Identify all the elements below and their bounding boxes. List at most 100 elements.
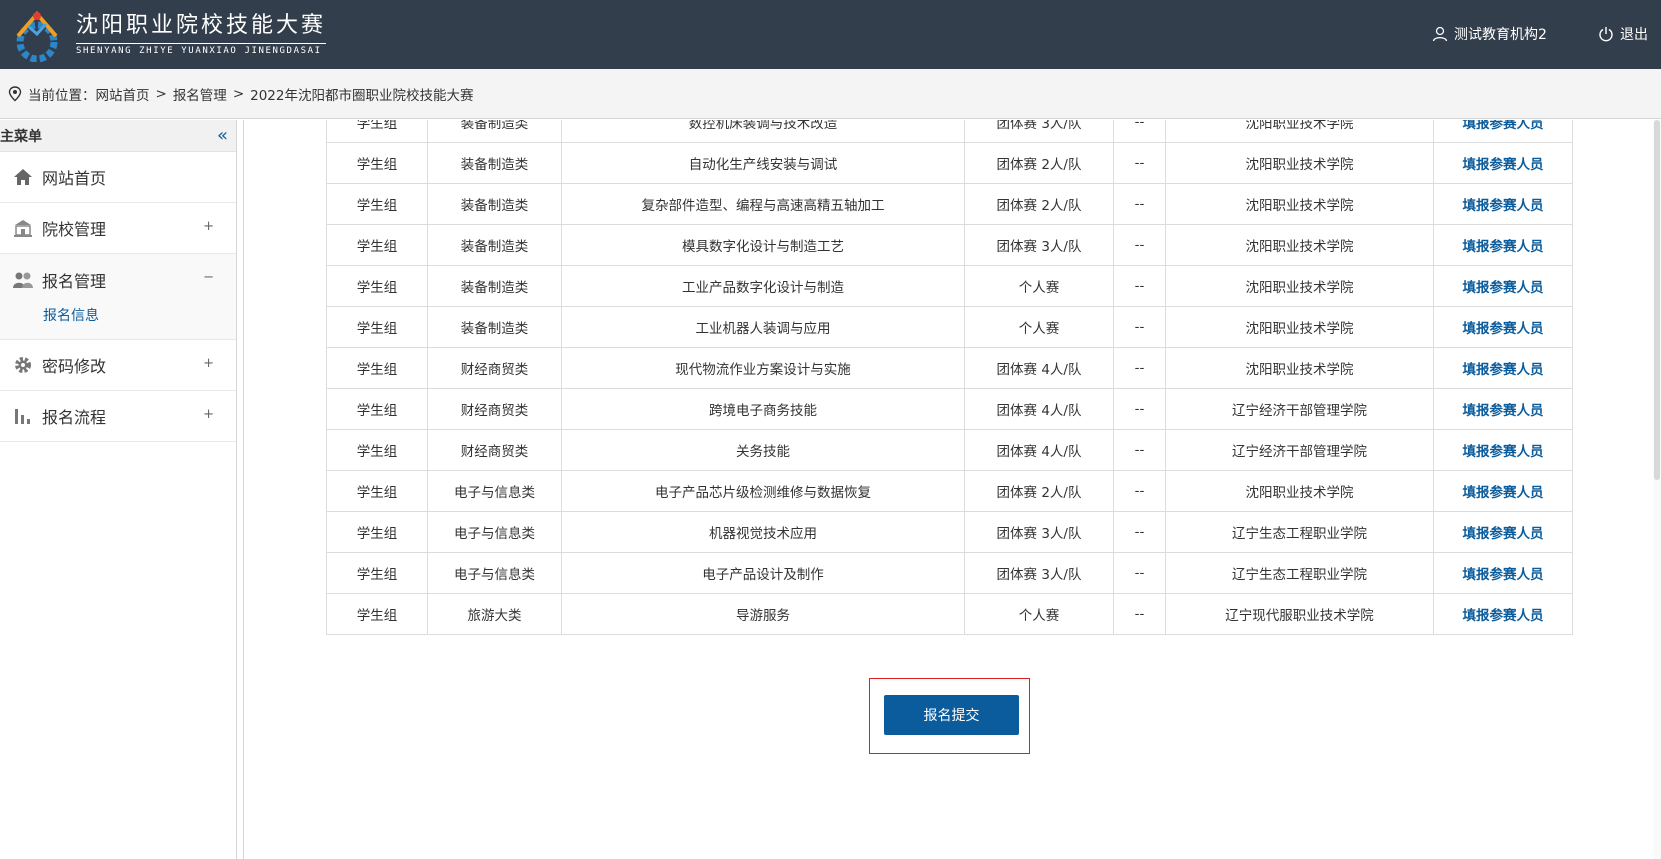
event-cell: 关务技能: [561, 429, 965, 471]
collapse-icon[interactable]: −: [203, 270, 214, 285]
table-row: 学生组 财经商贸类 跨境电子商务技能 团体赛 4人/队 -- 辽宁经济干部管理学院 填报参赛…: [326, 388, 1573, 430]
logout-button[interactable]: 退出: [1598, 22, 1648, 46]
host-cell: 沈阳职业技术学院: [1165, 306, 1434, 348]
type-cell: 团体赛 2人/队: [964, 470, 1114, 512]
action-link[interactable]: 填报参赛人员: [1433, 183, 1573, 225]
type-cell: 个人赛: [964, 265, 1114, 307]
breadcrumb-section[interactable]: 报名管理: [173, 84, 227, 104]
group-cell: 学生组: [326, 306, 428, 348]
host-cell: 沈阳职业技术学院: [1165, 183, 1434, 225]
competition-table: 学生组 装备制造类 数控机床装调与技术改造 团体赛 3人/队 -- 沈阳职业技术学院 填报参…: [326, 120, 1573, 635]
group-cell: 学生组: [326, 552, 428, 594]
group-cell: 学生组: [326, 347, 428, 389]
home-icon: [12, 166, 34, 188]
action-link[interactable]: 填报参赛人员: [1433, 429, 1573, 471]
logout-label: 退出: [1620, 27, 1648, 43]
host-cell: 辽宁生态工程职业学院: [1165, 552, 1434, 594]
event-cell: 电子产品芯片级检测维修与数据恢复: [561, 470, 965, 512]
expand-icon[interactable]: +: [203, 356, 214, 371]
breadcrumb: 当前位置： 网站首页 > 报名管理 > 2022年沈阳都市圈职业院校技能大赛: [0, 69, 1661, 119]
sidebar-item-password-change[interactable]: 密码修改 +: [0, 340, 236, 391]
action-link[interactable]: 填报参赛人员: [1433, 120, 1573, 143]
action-link[interactable]: 填报参赛人员: [1433, 224, 1573, 266]
breadcrumb-current: 2022年沈阳都市圈职业院校技能大赛: [250, 87, 474, 104]
event-cell: 工业产品数字化设计与制造: [561, 265, 965, 307]
top-header: 沈阳职业院校技能大赛 SHENYANG ZHIYE YUANXIAO JINEN…: [0, 0, 1661, 69]
category-cell: 电子与信息类: [427, 552, 562, 594]
collapse-sidebar-icon[interactable]: «: [217, 125, 228, 146]
menu-title: 主菜单: [0, 128, 42, 145]
note-cell: --: [1113, 120, 1166, 143]
host-cell: 沈阳职业技术学院: [1165, 347, 1434, 389]
action-link[interactable]: 填报参赛人员: [1433, 306, 1573, 348]
expand-icon[interactable]: +: [203, 407, 214, 422]
scrollbar[interactable]: [1653, 120, 1661, 859]
action-link[interactable]: 填报参赛人员: [1433, 470, 1573, 512]
sidebar-subitem-registration-info[interactable]: 报名信息: [0, 305, 236, 340]
sidebar-subitem-label: 报名信息: [43, 308, 99, 324]
event-cell: 模具数字化设计与制造工艺: [561, 224, 965, 266]
sidebar-item-registration-management[interactable]: 报名管理 −: [0, 254, 236, 305]
group-cell: 学生组: [326, 265, 428, 307]
host-cell: 辽宁经济干部管理学院: [1165, 388, 1434, 430]
note-cell: --: [1113, 388, 1166, 430]
note-cell: --: [1113, 593, 1166, 635]
event-cell: 导游服务: [561, 593, 965, 635]
brand-title: 沈阳职业院校技能大赛: [76, 13, 327, 38]
scrollbar-thumb[interactable]: [1654, 120, 1660, 480]
table-row: 学生组 电子与信息类 电子产品设计及制作 团体赛 3人/队 -- 辽宁生态工程职业学院 填报…: [326, 552, 1573, 594]
action-link[interactable]: 填报参赛人员: [1433, 511, 1573, 553]
breadcrumb-home[interactable]: 网站首页: [96, 84, 150, 104]
table-row: 学生组 旅游大类 导游服务 个人赛 -- 辽宁现代服职业技术学院 填报参赛人员: [326, 593, 1573, 635]
type-cell: 团体赛 2人/队: [964, 142, 1114, 184]
sidebar-item-label: 院校管理: [42, 220, 107, 239]
logo-icon: [16, 10, 58, 62]
table-row: 学生组 装备制造类 数控机床装调与技术改造 团体赛 3人/队 -- 沈阳职业技术学院 填报参…: [326, 120, 1573, 143]
sidebar-item-label: 密码修改: [42, 357, 107, 376]
sidebar-item-label: 报名流程: [42, 408, 107, 427]
action-link[interactable]: 填报参赛人员: [1433, 552, 1573, 594]
action-link[interactable]: 填报参赛人员: [1433, 265, 1573, 307]
breadcrumb-separator: >: [155, 85, 167, 102]
submit-registration-button[interactable]: 报名提交: [884, 695, 1019, 735]
group-cell: 学生组: [326, 593, 428, 635]
group-cell: 学生组: [326, 224, 428, 266]
event-cell: 现代物流作业方案设计与实施: [561, 347, 965, 389]
action-link[interactable]: 填报参赛人员: [1433, 388, 1573, 430]
host-cell: 沈阳职业技术学院: [1165, 142, 1434, 184]
host-cell: 辽宁现代服职业技术学院: [1165, 593, 1434, 635]
note-cell: --: [1113, 306, 1166, 348]
sidebar-item-label: 报名管理: [42, 271, 107, 291]
sidebar-item-registration-process[interactable]: 报名流程 +: [0, 391, 236, 442]
group-cell: 学生组: [326, 429, 428, 471]
category-cell: 装备制造类: [427, 142, 562, 184]
group-cell: 学生组: [326, 470, 428, 512]
event-cell: 复杂部件造型、编程与高速高精五轴加工: [561, 183, 965, 225]
sidebar-item-home[interactable]: 网站首页: [0, 152, 236, 203]
sidebar-item-school-management[interactable]: 院校管理 +: [0, 203, 236, 254]
expand-icon[interactable]: +: [203, 219, 214, 234]
event-cell: 工业机器人装调与应用: [561, 306, 965, 348]
user-account[interactable]: 测试教育机构2: [1432, 22, 1547, 46]
group-cell: 学生组: [326, 142, 428, 184]
host-cell: 沈阳职业技术学院: [1165, 224, 1434, 266]
group-cell: 学生组: [326, 388, 428, 430]
action-link[interactable]: 填报参赛人员: [1433, 142, 1573, 184]
table-row: 学生组 财经商贸类 现代物流作业方案设计与实施 团体赛 4人/队 -- 沈阳职业技术学院填…: [326, 347, 1573, 389]
action-link[interactable]: 填报参赛人员: [1433, 347, 1573, 389]
category-cell: 电子与信息类: [427, 470, 562, 512]
host-cell: 沈阳职业技术学院: [1165, 470, 1434, 512]
school-icon: [12, 217, 34, 239]
user-icon: [1432, 26, 1448, 42]
power-icon: [1599, 27, 1613, 42]
table-row: 学生组 财经商贸类 关务技能 团体赛 4人/队 -- 辽宁经济干部管理学院 填报参赛人员: [326, 429, 1573, 471]
submit-highlight-frame: 报名提交: [869, 678, 1030, 754]
type-cell: 个人赛: [964, 306, 1114, 348]
table-row: 学生组 装备制造类 自动化生产线安装与调试 团体赛 2人/队 -- 沈阳职业技术学院 填报参…: [326, 142, 1573, 184]
location-pin-icon: [8, 85, 22, 101]
brand-subtitle: SHENYANG ZHIYE YUANXIAO JINENGDASAI: [76, 43, 327, 57]
category-cell: 装备制造类: [427, 224, 562, 266]
gear-icon: [12, 354, 34, 376]
note-cell: --: [1113, 429, 1166, 471]
action-link[interactable]: 填报参赛人员: [1433, 593, 1573, 635]
